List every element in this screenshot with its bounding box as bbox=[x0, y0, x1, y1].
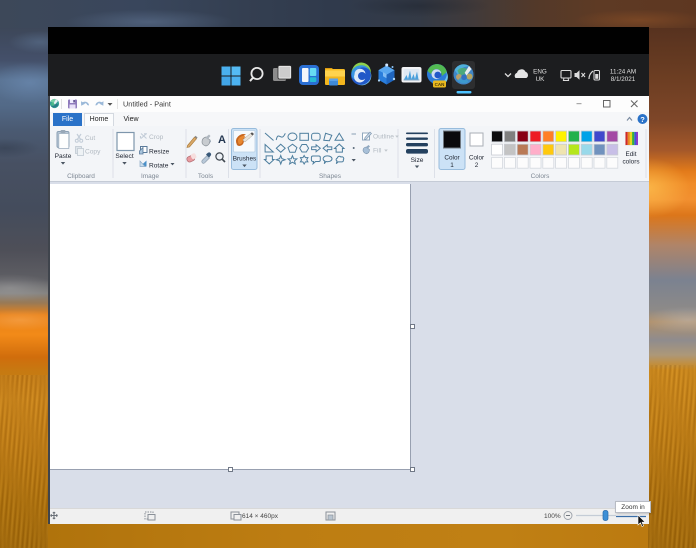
svg-text:–: – bbox=[576, 98, 581, 108]
svg-text:Color: Color bbox=[469, 155, 485, 162]
svg-text:Fill: Fill bbox=[373, 148, 382, 155]
svg-text:A: A bbox=[218, 134, 226, 146]
svg-text:Copy: Copy bbox=[85, 149, 101, 156]
svg-text:100%: 100% bbox=[544, 513, 561, 520]
svg-text:Image: Image bbox=[141, 173, 159, 180]
svg-text:Paste: Paste bbox=[55, 153, 72, 160]
svg-text:Tools: Tools bbox=[198, 173, 214, 180]
svg-text:CAN: CAN bbox=[435, 82, 445, 87]
svg-text:Brushes: Brushes bbox=[233, 156, 256, 163]
svg-text:Outline: Outline bbox=[373, 134, 394, 141]
svg-text:2: 2 bbox=[475, 162, 479, 169]
svg-text:Select: Select bbox=[115, 153, 133, 160]
svg-text:Rotate: Rotate bbox=[149, 163, 169, 170]
svg-text:UK: UK bbox=[536, 76, 546, 83]
svg-text:Resize: Resize bbox=[149, 149, 169, 156]
svg-text:Untitled - Paint: Untitled - Paint bbox=[123, 100, 171, 109]
svg-text:Cut: Cut bbox=[85, 135, 95, 142]
svg-text:Colors: Colors bbox=[531, 173, 551, 180]
svg-text:8/1/2021: 8/1/2021 bbox=[611, 76, 636, 83]
svg-text:Color: Color bbox=[444, 155, 460, 162]
svg-text:colors: colors bbox=[622, 159, 639, 166]
svg-text:11:24 AM: 11:24 AM bbox=[610, 69, 636, 76]
svg-text:614 × 460px: 614 × 460px bbox=[242, 513, 279, 520]
svg-text:?: ? bbox=[640, 115, 645, 124]
svg-text:ENG: ENG bbox=[533, 69, 547, 76]
svg-text:Edit: Edit bbox=[625, 151, 636, 158]
svg-text:Crop: Crop bbox=[149, 134, 164, 141]
svg-text:1: 1 bbox=[450, 162, 454, 169]
svg-text:Size: Size bbox=[411, 157, 424, 164]
svg-text:Clipboard: Clipboard bbox=[67, 173, 95, 180]
svg-text:Shapes: Shapes bbox=[319, 173, 342, 180]
